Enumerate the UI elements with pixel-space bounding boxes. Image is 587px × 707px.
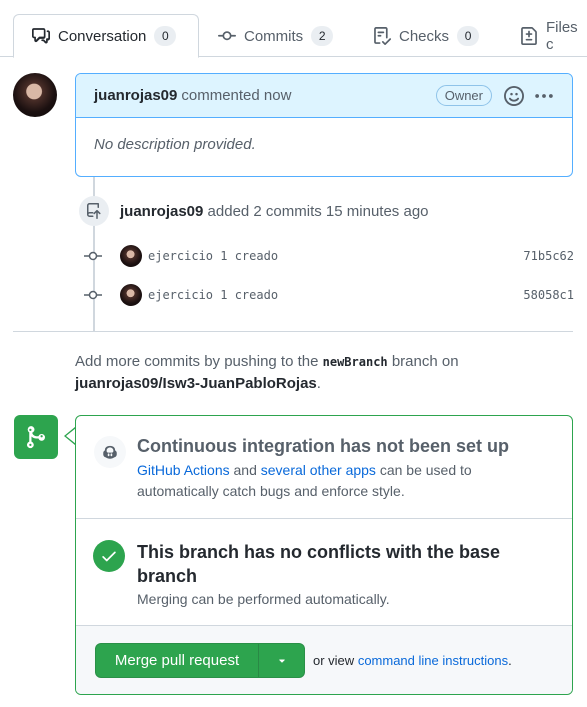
command-line-hint: or view command line instructions. bbox=[313, 653, 512, 668]
merge-action-section: Merge pull request or view command line … bbox=[76, 626, 572, 694]
mergebox-pointer bbox=[64, 427, 76, 445]
pr-tabs: Conversation 0 Commits 2 Checks 0 Files … bbox=[0, 0, 587, 58]
kebab-horizontal-icon[interactable] bbox=[534, 86, 554, 106]
checklist-icon bbox=[374, 27, 391, 45]
repo-push-icon bbox=[79, 196, 109, 226]
repo-name: juanrojas09/Isw3-JuanPabloRojas bbox=[75, 375, 317, 392]
event-author-link[interactable]: juanrojas09 bbox=[120, 203, 203, 220]
commit-sha-link[interactable]: 58058c1 bbox=[523, 288, 574, 302]
push-hint-middle: branch on bbox=[391, 353, 459, 370]
git-commit-icon bbox=[84, 289, 102, 301]
conflicts-description: Merging can be performed automatically. bbox=[137, 591, 390, 607]
commit-author-avatar[interactable] bbox=[120, 245, 142, 267]
tab-commits-label: Commits bbox=[244, 27, 304, 45]
conflicts-section: This branch has no conflicts with the ba… bbox=[76, 519, 572, 626]
commit-row: ejercicio 1 creado 71b5c62 bbox=[84, 245, 574, 267]
comment-body: No description provided. bbox=[94, 136, 256, 153]
alt-prefix: or view bbox=[313, 653, 355, 668]
ci-description: GitHub Actions and several other apps ca… bbox=[137, 460, 557, 502]
commit-sha-link[interactable]: 71b5c62 bbox=[523, 249, 574, 263]
triangle-down-icon bbox=[278, 659, 285, 663]
ci-section: Continuous integration has not been set … bbox=[76, 416, 572, 519]
tab-conversation-label: Conversation bbox=[58, 27, 147, 45]
tab-checks[interactable]: Checks 0 bbox=[355, 14, 497, 58]
github-actions-link[interactable]: GitHub Actions bbox=[137, 462, 230, 478]
author-avatar[interactable] bbox=[13, 73, 57, 117]
timeline-divider bbox=[13, 331, 573, 332]
event-description: added 2 commits 15 minutes ago bbox=[207, 203, 429, 220]
commits-event: juanrojas09 added 2 commits 15 minutes a… bbox=[120, 203, 429, 220]
ci-title: Continuous integration has not been set … bbox=[137, 436, 509, 456]
commit-row: ejercicio 1 creado 58058c1 bbox=[84, 284, 574, 306]
check-icon bbox=[93, 540, 125, 572]
git-commit-icon bbox=[218, 31, 236, 41]
merge-method-dropdown[interactable] bbox=[258, 644, 304, 677]
tab-checks-label: Checks bbox=[399, 27, 450, 45]
comment-header: juanrojas09 commented now Owner bbox=[76, 74, 572, 118]
tab-files-changed[interactable]: Files c bbox=[502, 14, 587, 58]
ci-and: and bbox=[233, 462, 257, 478]
tab-conversation-count: 0 bbox=[154, 26, 177, 46]
tab-checks-count: 0 bbox=[457, 26, 480, 46]
file-diff-icon bbox=[521, 27, 537, 45]
push-hint-suffix: . bbox=[316, 375, 321, 392]
conflicts-title: This branch has no conflicts with the ba… bbox=[137, 542, 501, 586]
git-commit-icon bbox=[84, 250, 102, 262]
alt-suffix: . bbox=[508, 653, 512, 668]
comment-author-link[interactable]: juanrojas09 bbox=[94, 87, 177, 104]
copilot-icon bbox=[94, 436, 126, 468]
tab-commits-count: 2 bbox=[311, 26, 334, 46]
tab-files-label: Files c bbox=[546, 19, 578, 53]
owner-badge: Owner bbox=[435, 85, 492, 106]
branch-name: newBranch bbox=[322, 355, 388, 369]
merge-box: Continuous integration has not been set … bbox=[75, 415, 573, 695]
tab-conversation[interactable]: Conversation 0 bbox=[13, 14, 199, 58]
commit-author-avatar[interactable] bbox=[120, 284, 142, 306]
push-hint: Add more commits by pushing to the newBr… bbox=[75, 351, 573, 395]
commit-message-link[interactable]: ejercicio 1 creado bbox=[148, 249, 278, 263]
commit-message-link[interactable]: ejercicio 1 creado bbox=[148, 288, 278, 302]
comment-discussion-icon bbox=[32, 28, 50, 44]
merge-button-group: Merge pull request bbox=[95, 643, 305, 678]
comment-timestamp[interactable]: commented now bbox=[181, 87, 291, 104]
pr-description-comment: juanrojas09 commented now Owner No descr… bbox=[75, 73, 573, 177]
tab-commits[interactable]: Commits 2 bbox=[200, 14, 351, 58]
merge-pull-request-button[interactable]: Merge pull request bbox=[96, 644, 258, 677]
other-apps-link[interactable]: several other apps bbox=[261, 462, 376, 478]
command-line-instructions-link[interactable]: command line instructions bbox=[358, 653, 508, 668]
push-hint-prefix: Add more commits by pushing to the bbox=[75, 353, 319, 370]
smiley-icon[interactable] bbox=[504, 85, 524, 106]
git-merge-icon bbox=[14, 415, 58, 459]
